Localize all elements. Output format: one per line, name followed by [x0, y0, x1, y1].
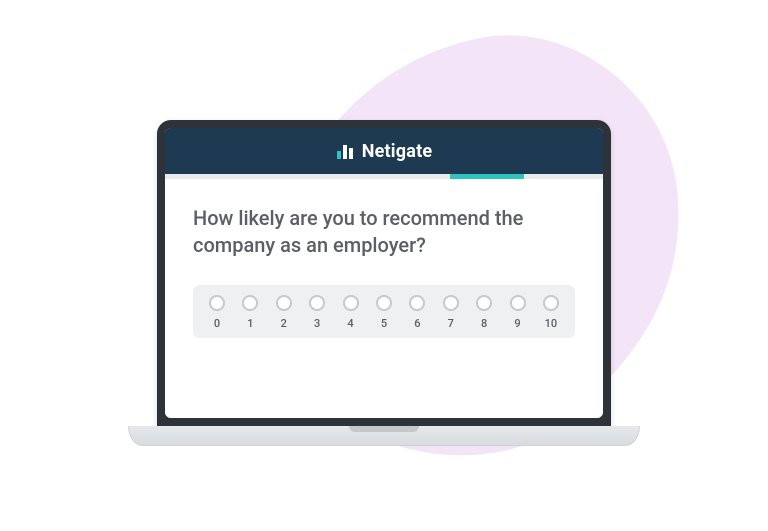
- nps-option-label: 4: [347, 317, 353, 330]
- radio-icon: [242, 295, 258, 311]
- app-header: Netigate: [165, 128, 603, 174]
- laptop-screen-frame: Netigate How likely are you to recommend…: [157, 120, 611, 426]
- brand-name: Netigate: [362, 141, 433, 162]
- nps-option-6[interactable]: 6: [403, 295, 431, 330]
- radio-icon: [543, 295, 559, 311]
- radio-icon: [376, 295, 392, 311]
- nps-option-0[interactable]: 0: [203, 295, 231, 330]
- nps-option-label: 7: [448, 317, 454, 330]
- survey-body: How likely are you to recommend the comp…: [165, 179, 603, 418]
- nps-option-label: 5: [381, 317, 387, 330]
- stage: Netigate How likely are you to recommend…: [0, 0, 768, 531]
- laptop-notch: [349, 426, 419, 432]
- nps-option-8[interactable]: 8: [470, 295, 498, 330]
- progress-fill: [450, 174, 524, 179]
- bar-chart-icon: [336, 142, 354, 160]
- radio-icon: [343, 295, 359, 311]
- radio-icon: [510, 295, 526, 311]
- laptop-base: [128, 426, 640, 446]
- nps-option-label: 8: [481, 317, 487, 330]
- radio-icon: [276, 295, 292, 311]
- nps-option-1[interactable]: 1: [236, 295, 264, 330]
- laptop: Netigate How likely are you to recommend…: [128, 120, 640, 446]
- nps-option-label: 6: [414, 317, 420, 330]
- laptop-screen: Netigate How likely are you to recommend…: [165, 128, 603, 418]
- nps-option-label: 1: [247, 317, 253, 330]
- question-text: How likely are you to recommend the comp…: [193, 205, 553, 259]
- nps-option-label: 2: [281, 317, 287, 330]
- radio-icon: [476, 295, 492, 311]
- nps-scale: 0 1 2 3 4 5 6 7 8 9 10: [193, 285, 575, 338]
- radio-icon: [309, 295, 325, 311]
- nps-option-10[interactable]: 10: [537, 295, 565, 330]
- progress-bar: [165, 174, 603, 179]
- nps-option-5[interactable]: 5: [370, 295, 398, 330]
- radio-icon: [443, 295, 459, 311]
- nps-option-4[interactable]: 4: [337, 295, 365, 330]
- nps-option-2[interactable]: 2: [270, 295, 298, 330]
- nps-option-9[interactable]: 9: [504, 295, 532, 330]
- nps-option-7[interactable]: 7: [437, 295, 465, 330]
- nps-option-label: 3: [314, 317, 320, 330]
- nps-option-label: 0: [214, 317, 220, 330]
- nps-option-label: 10: [545, 317, 558, 330]
- nps-option-3[interactable]: 3: [303, 295, 331, 330]
- nps-option-label: 9: [514, 317, 520, 330]
- radio-icon: [409, 295, 425, 311]
- radio-icon: [209, 295, 225, 311]
